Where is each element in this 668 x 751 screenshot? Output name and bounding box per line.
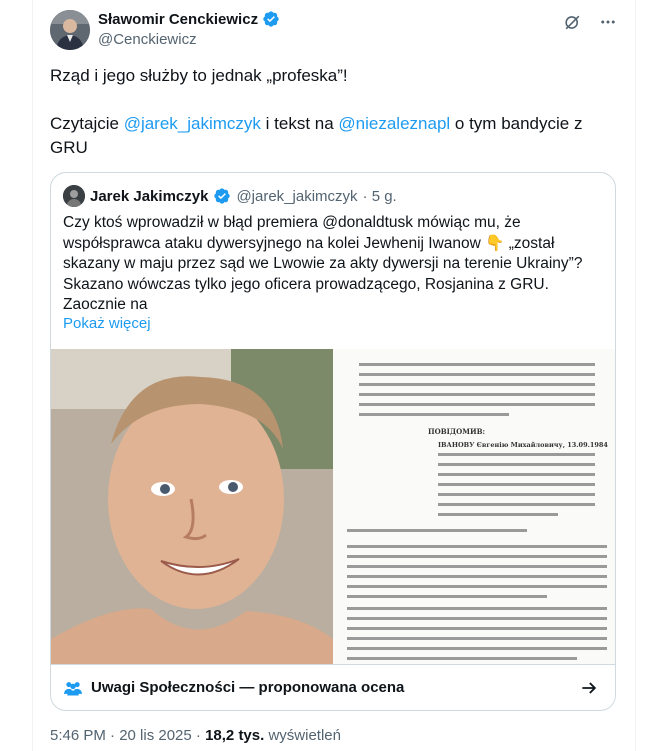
tweet-actions-top — [562, 12, 618, 32]
mention-link-niezaleznapl[interactable]: @niezaleznapl — [338, 114, 450, 133]
community-notes-icon — [63, 681, 83, 695]
quote-author-handle: @jarek_jakimczyk — [236, 187, 358, 205]
grok-icon[interactable] — [562, 12, 582, 32]
quote-text: Czy ktoś wprowadził w błąd premiera @don… — [63, 214, 583, 313]
tweet-text: Rząd i jego służby to jednak „profeska”!… — [50, 64, 610, 184]
verified-badge-icon — [263, 11, 279, 27]
quote-avatar — [63, 185, 85, 207]
arrow-right-icon[interactable] — [579, 678, 599, 698]
verified-badge-icon — [214, 188, 231, 204]
document-name: ІВАНОВУ Євгенію Михайловичу, 13.09.1984 — [438, 441, 608, 449]
suspect-photo[interactable] — [51, 349, 333, 664]
community-notes-label: Uwagi Społeczności — proponowana ocena — [91, 679, 405, 696]
quoted-tweet[interactable]: Jarek Jakimczyk @jarek_jakimczyk · 5 g. … — [50, 172, 616, 711]
show-more-link[interactable]: Pokaż więcej — [63, 315, 151, 332]
author-name[interactable]: Sławomir Cenckiewicz — [98, 11, 258, 28]
views-label: wyświetleń — [264, 727, 341, 744]
tweet-text-segment: Czytajcie — [50, 114, 124, 133]
author-handle[interactable]: @Cenckiewicz — [98, 31, 197, 48]
view-count: 18,2 tys. — [205, 727, 265, 744]
tweet-text-segment: i tekst na — [260, 114, 339, 133]
tweet-line-2: Czytajcie @jarek_jakimczyk i tekst na @n… — [50, 112, 610, 160]
tweet-meta: 5:46 PM · 20 lis 2025 · 18,2 tys. wyświe… — [50, 727, 341, 744]
mention-link-jarek[interactable]: @jarek_jakimczyk — [124, 114, 261, 133]
tweet-line-1: Rząd i jego służby to jednak „profeska”! — [50, 66, 348, 85]
tweet-timestamp[interactable]: 5:46 PM · 20 lis 2025 · — [50, 727, 205, 744]
document-image[interactable]: ПОВІДОМИВ: ІВАНОВУ Євгенію Михайловичу, … — [333, 349, 615, 664]
community-notes-bar[interactable]: Uwagi Społeczności — proponowana ocena — [51, 664, 615, 710]
quote-timestamp: · 5 g. — [362, 187, 397, 205]
quote-header: Jarek Jakimczyk @jarek_jakimczyk · 5 g. — [63, 185, 397, 207]
document-heading: ПОВІДОМИВ: — [428, 427, 486, 436]
quote-media[interactable]: ПОВІДОМИВ: ІВАНОВУ Євгенію Михайловичу, … — [51, 349, 615, 664]
more-icon[interactable] — [598, 12, 618, 32]
quote-author-name: Jarek Jakimczyk — [90, 187, 209, 205]
author-name-row: Sławomir Cenckiewicz — [98, 10, 280, 28]
author-avatar[interactable] — [50, 10, 90, 50]
